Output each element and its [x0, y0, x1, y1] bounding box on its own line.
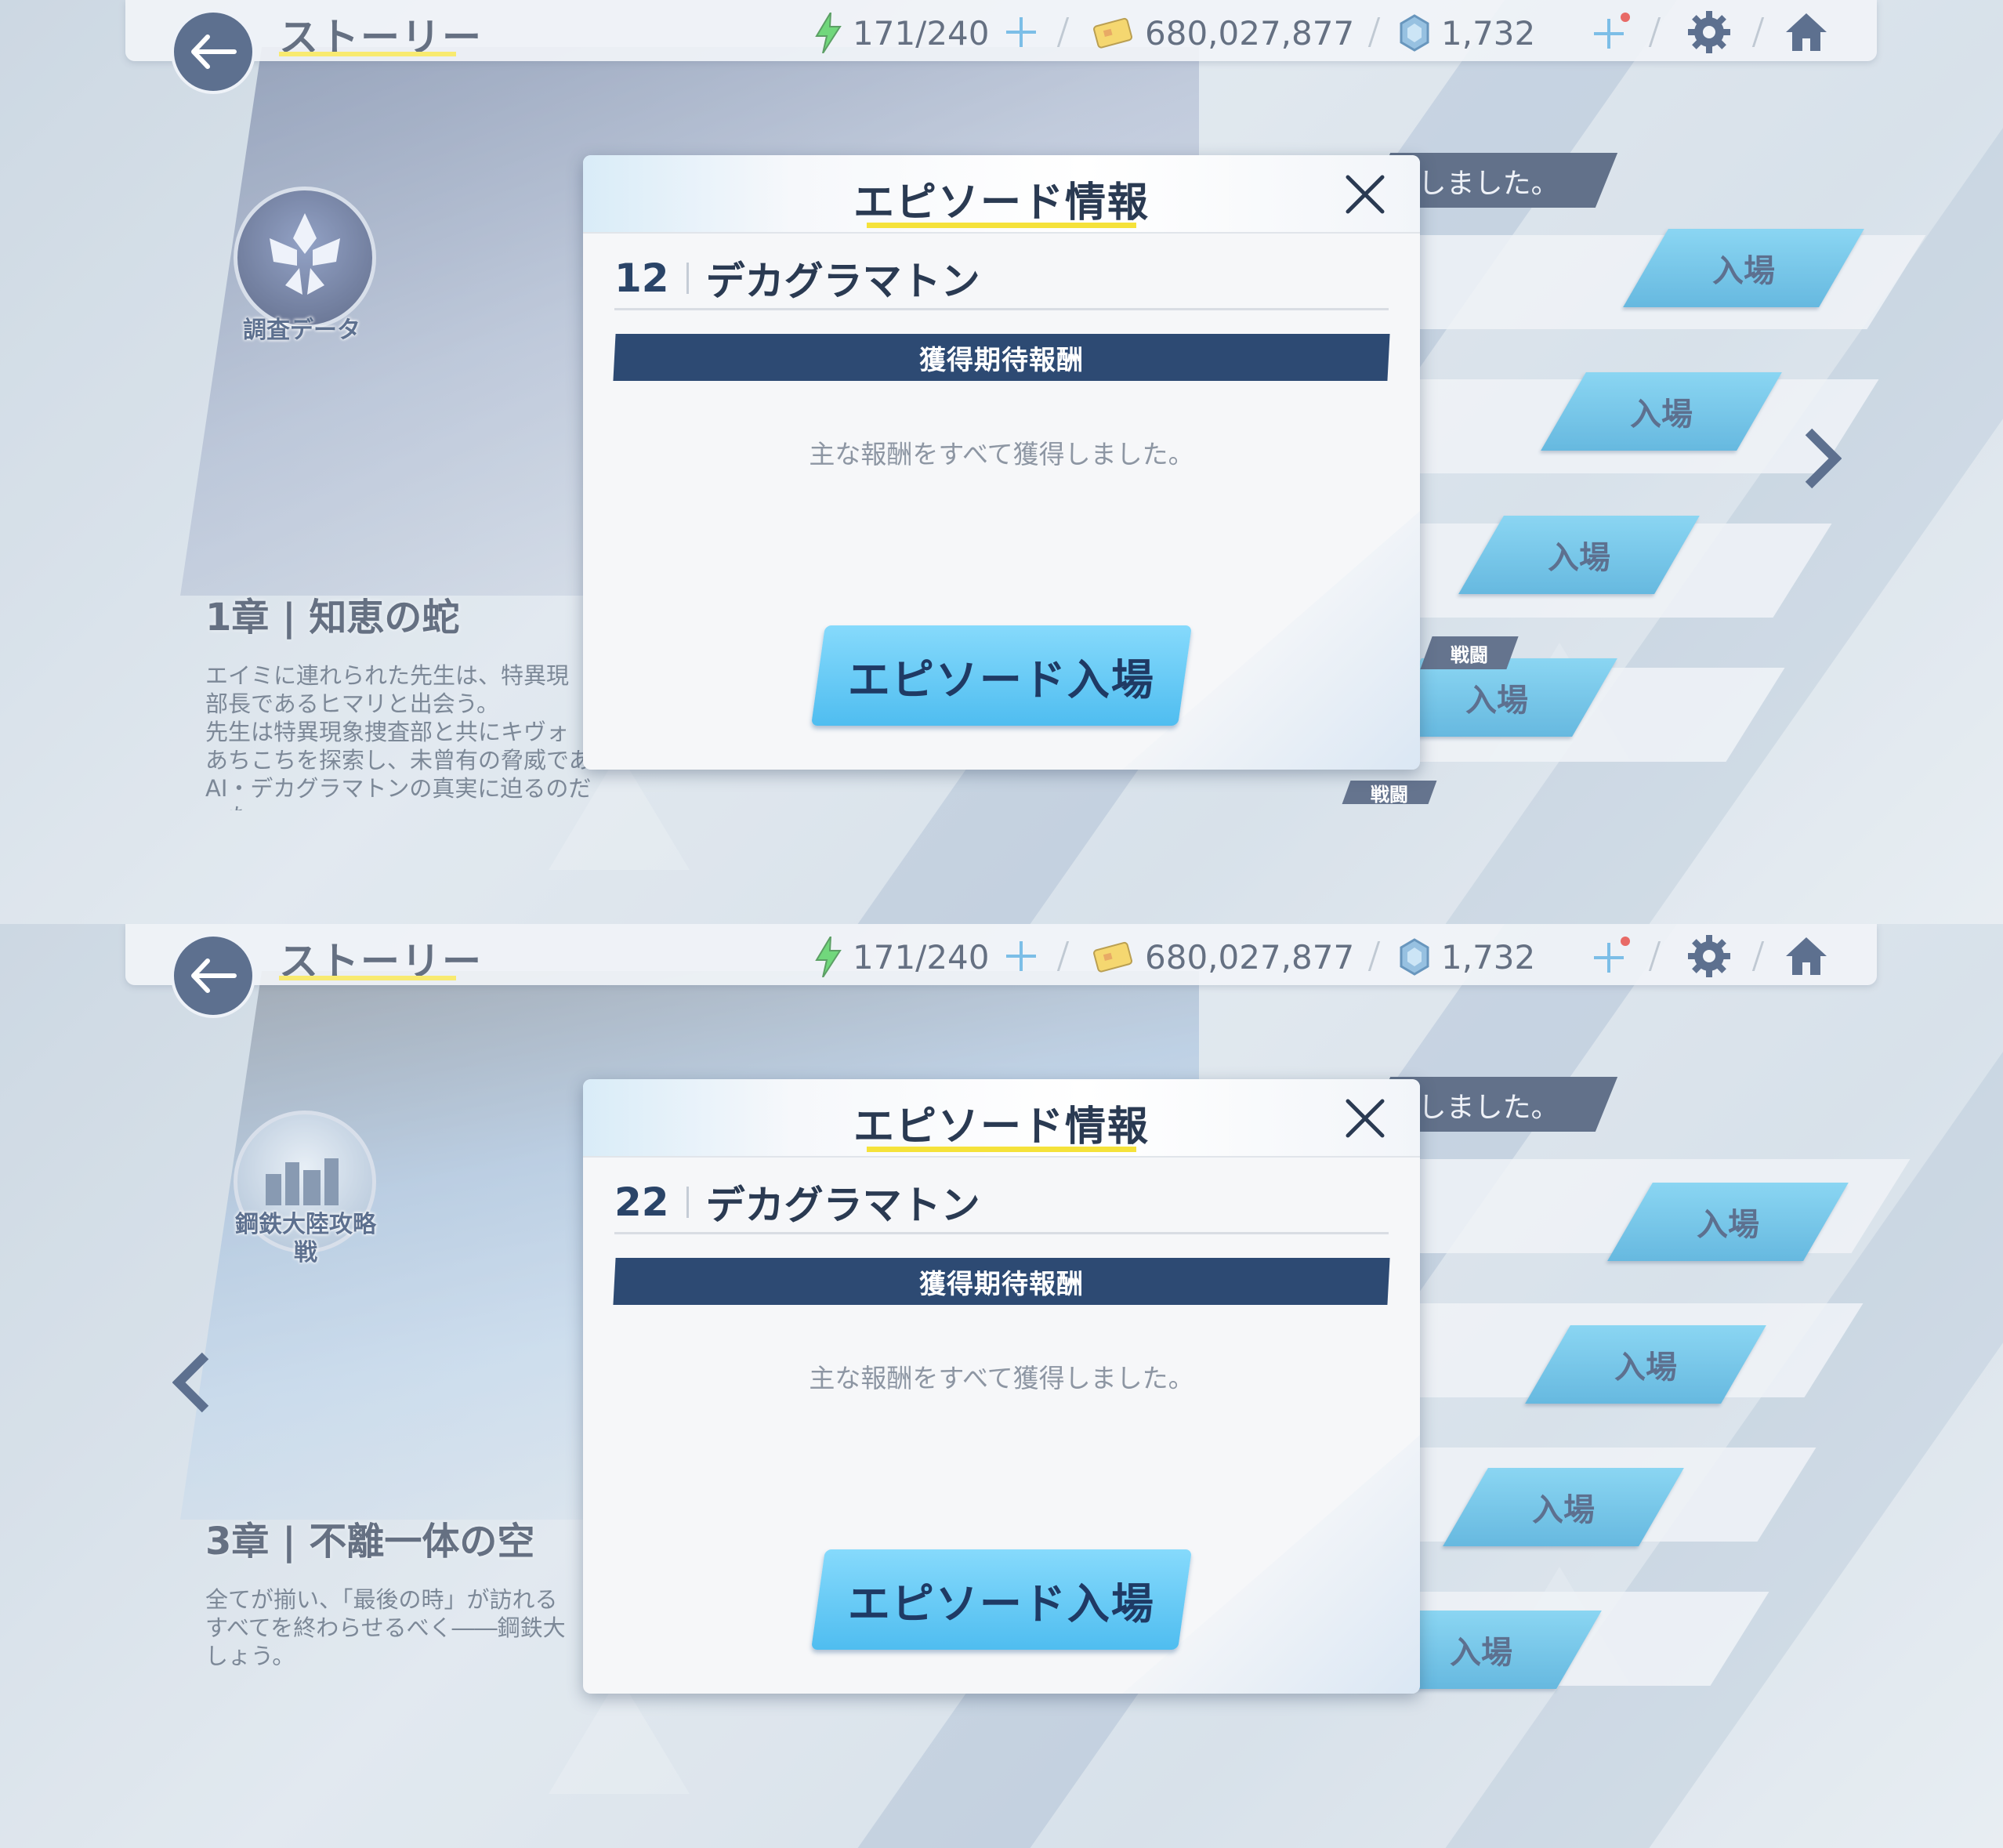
episode-info-modal: エピソード情報 22 デカグラマトン 獲得期待報酬 主な報酬をすべて獲得しました…: [583, 1079, 1420, 1694]
episode-name: デカグラマトン: [705, 1182, 980, 1228]
close-button[interactable]: [1342, 171, 1389, 218]
episode-row: 22 デカグラマトン: [614, 1172, 1389, 1234]
close-icon: [1346, 175, 1385, 214]
modal-title-underline: [867, 223, 1136, 228]
reward-header-bar: 獲得期待報酬: [613, 334, 1390, 381]
close-button[interactable]: [1342, 1095, 1389, 1142]
story-screen-2: ストーリー 171/240 680,027,877 1,732 鋼鉄大陸攻略戦 …: [0, 924, 2003, 1848]
episode-divider: [686, 262, 689, 294]
reward-header: 獲得期待報酬: [919, 1268, 1084, 1300]
episode-enter-button[interactable]: エピソード入場: [811, 625, 1192, 726]
modal-header: エピソード情報: [583, 155, 1420, 234]
episode-enter-label: エピソード入場: [848, 654, 1155, 705]
episode-number: 22: [614, 1179, 669, 1225]
reward-message: 主な報酬をすべて獲得しました。: [809, 1363, 1194, 1393]
episode-number: 12: [614, 255, 669, 301]
episode-info-modal: エピソード情報 12 デカグラマトン 獲得期待報酬 主な報酬をすべて獲得しました…: [583, 155, 1420, 770]
modal-title: エピソード情報: [853, 1103, 1150, 1150]
close-icon: [1346, 1099, 1385, 1138]
modal-title: エピソード情報: [853, 179, 1150, 226]
episode-name: デカグラマトン: [705, 258, 980, 304]
reward-header-bar: 獲得期待報酬: [613, 1258, 1390, 1305]
episode-divider: [686, 1186, 689, 1218]
episode-row: 12 デカグラマトン: [614, 248, 1389, 310]
reward-message: 主な報酬をすべて獲得しました。: [809, 439, 1194, 469]
reward-header: 獲得期待報酬: [919, 344, 1084, 376]
modal-title-underline: [867, 1147, 1136, 1152]
episode-enter-button[interactable]: エピソード入場: [811, 1549, 1192, 1650]
story-screen-1: ストーリー 171/240 680,027,877 1,732 調査データ しま…: [0, 0, 2003, 924]
episode-enter-label: エピソード入場: [848, 1578, 1155, 1629]
modal-header: エピソード情報: [583, 1079, 1420, 1158]
